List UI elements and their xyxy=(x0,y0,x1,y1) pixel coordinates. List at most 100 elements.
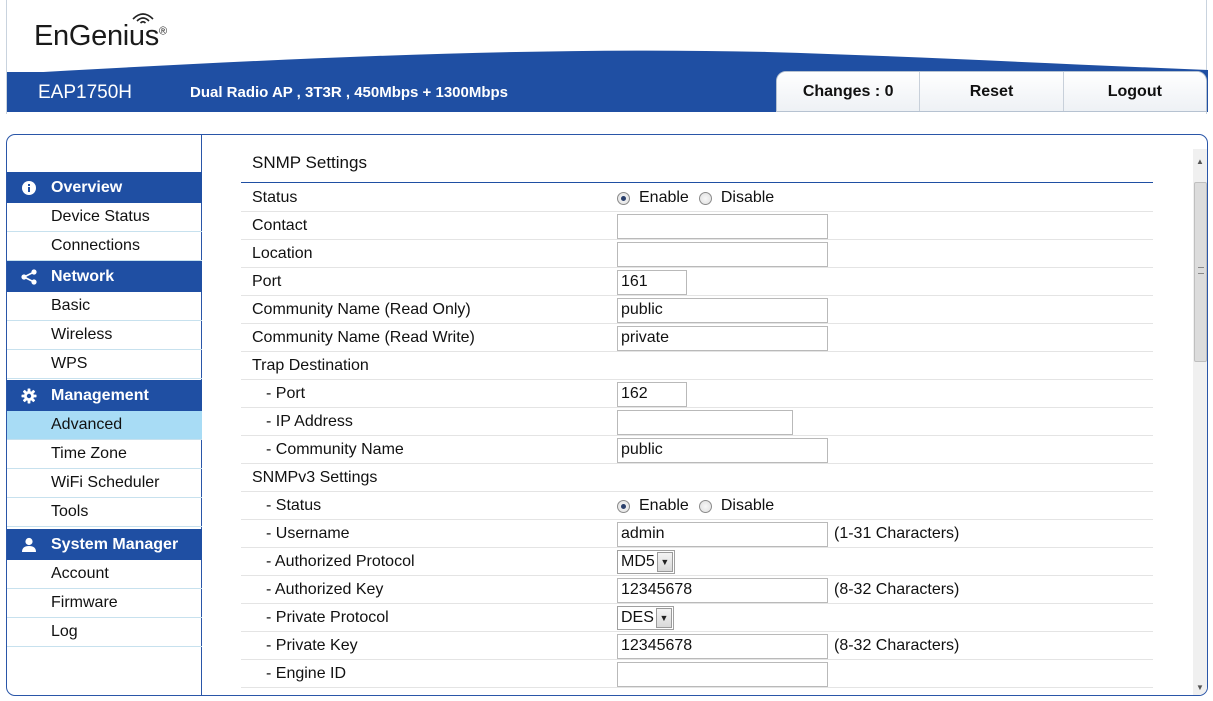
sidebar-item-time-zone[interactable]: Time Zone xyxy=(7,440,202,469)
sidebar-section-network[interactable]: Network xyxy=(7,261,202,292)
trap-community-label: - Community Name xyxy=(266,441,404,458)
sidebar: Overview Device Status Connections Netwo… xyxy=(7,135,202,695)
sidebar-item-basic[interactable]: Basic xyxy=(7,292,202,321)
community-ro-row: Community Name (Read Only) public xyxy=(241,296,1153,324)
status-disable-label: Disable xyxy=(720,189,775,206)
priv-protocol-value: DES xyxy=(621,609,654,626)
status-row: Status Enable Disable xyxy=(241,184,1153,212)
v3-priv-key-row: - Private Key 12345678 (8-32 Characters) xyxy=(241,632,1153,660)
gear-icon xyxy=(7,388,51,404)
trap-ip-row: - IP Address xyxy=(241,408,1153,436)
v3-priv-protocol-row: - Private Protocol DES ▼ xyxy=(241,604,1153,632)
location-row: Location xyxy=(241,240,1153,268)
share-icon xyxy=(7,268,51,285)
header: EnGenius® EAP1750H Dual Radio AP , 3T3R … xyxy=(6,0,1208,114)
model-description: Dual Radio AP , 3T3R , 450Mbps + 1300Mbp… xyxy=(190,84,509,101)
v3-engine-id-input[interactable] xyxy=(617,661,828,687)
sidebar-section-management[interactable]: Management xyxy=(7,380,202,411)
wifi-icon xyxy=(132,13,154,24)
trap-ip-label: - IP Address xyxy=(266,413,353,430)
port-input[interactable]: 161 xyxy=(617,269,687,295)
contact-row: Contact xyxy=(241,212,1153,240)
info-icon xyxy=(7,180,51,196)
reset-button[interactable]: Reset xyxy=(919,72,1063,111)
v3-priv-key-label: - Private Key xyxy=(266,637,358,654)
sidebar-item-firmware[interactable]: Firmware xyxy=(7,589,202,618)
v3-status-row: - Status Enable Disable xyxy=(241,492,1153,520)
logout-button[interactable]: Logout xyxy=(1062,72,1206,111)
contact-input[interactable] xyxy=(617,213,828,239)
v3-priv-key-input[interactable]: 12345678 xyxy=(617,633,828,659)
location-input[interactable] xyxy=(617,241,828,267)
status-enable-label: Enable xyxy=(639,189,689,206)
sidebar-item-connections[interactable]: Connections xyxy=(7,232,202,261)
sidebar-item-log[interactable]: Log xyxy=(7,618,202,647)
community-ro-input[interactable]: public xyxy=(617,297,828,323)
snmp-settings-panel: SNMP Settings Status Enable Disable Cont… xyxy=(203,135,1193,695)
sidebar-item-wifi-scheduler[interactable]: WiFi Scheduler xyxy=(7,469,202,498)
main-frame: Overview Device Status Connections Netwo… xyxy=(6,134,1208,696)
sidebar-item-wireless[interactable]: Wireless xyxy=(7,321,202,350)
community-rw-label: Community Name (Read Write) xyxy=(252,329,475,346)
v3-status-disable-label: Disable xyxy=(720,497,775,514)
content-scrollbar[interactable]: ▲ ▼ xyxy=(1193,149,1207,695)
v3-priv-protocol-label: - Private Protocol xyxy=(266,609,389,626)
trap-community-input[interactable]: public xyxy=(617,437,828,463)
contact-label: Contact xyxy=(252,217,308,234)
v3-auth-protocol-row: - Authorized Protocol MD5 ▼ xyxy=(241,548,1153,576)
v3-auth-key-hint: (8-32 Characters) xyxy=(834,581,960,598)
v3-engine-id-label: - Engine ID xyxy=(266,665,347,682)
v3-auth-key-input[interactable]: 12345678 xyxy=(617,577,828,603)
user-icon xyxy=(7,537,51,553)
trap-port-label: - Port xyxy=(266,385,306,402)
scroll-up-icon[interactable]: ▲ xyxy=(1193,153,1207,169)
community-rw-row: Community Name (Read Write) private xyxy=(241,324,1153,352)
trap-destination-label: Trap Destination xyxy=(252,357,369,374)
port-label: Port xyxy=(252,273,282,290)
sidebar-section-overview[interactable]: Overview xyxy=(7,172,202,203)
trap-destination-row: Trap Destination xyxy=(241,352,1153,380)
header-buttons: Changes : 0 Reset Logout xyxy=(776,71,1207,112)
sidebar-section-system-manager[interactable]: System Manager xyxy=(7,529,202,560)
v3-username-row: - Username admin (1-31 Characters) xyxy=(241,520,1153,548)
sidebar-section-label: System Manager xyxy=(51,535,179,553)
v3-status-disable-radio[interactable] xyxy=(698,499,712,513)
model-name: EAP1750H xyxy=(38,82,133,103)
chevron-down-icon: ▼ xyxy=(655,608,672,628)
title-divider xyxy=(241,182,1153,183)
snmpv3-row: SNMPv3 Settings xyxy=(241,464,1153,492)
v3-auth-key-row: - Authorized Key 12345678 (8-32 Characte… xyxy=(241,576,1153,604)
snmpv3-label: SNMPv3 Settings xyxy=(252,469,378,486)
scroll-down-icon[interactable]: ▼ xyxy=(1193,679,1207,695)
v3-status-label: - Status xyxy=(266,497,322,514)
v3-status-enable-radio[interactable] xyxy=(617,499,630,513)
v3-username-input[interactable]: admin xyxy=(617,521,828,547)
chevron-down-icon: ▼ xyxy=(656,552,673,572)
sidebar-item-tools[interactable]: Tools xyxy=(7,498,202,527)
v3-username-label: - Username xyxy=(266,525,350,542)
changes-button[interactable]: Changes : 0 xyxy=(777,72,920,111)
community-rw-input[interactable]: private xyxy=(617,325,828,351)
status-disable-radio[interactable] xyxy=(698,191,712,205)
sidebar-item-device-status[interactable]: Device Status xyxy=(7,203,202,232)
sidebar-item-account[interactable]: Account xyxy=(7,560,202,589)
port-row: Port 161 xyxy=(241,268,1153,296)
status-enable-radio[interactable] xyxy=(617,191,630,205)
trap-community-row: - Community Name public xyxy=(241,436,1153,464)
v3-auth-protocol-label: - Authorized Protocol xyxy=(266,553,415,570)
trap-port-input[interactable]: 162 xyxy=(617,381,687,407)
v3-status-enable-label: Enable xyxy=(639,497,689,514)
v3-engine-id-row: - Engine ID xyxy=(241,660,1153,688)
scrollbar-thumb[interactable] xyxy=(1194,182,1207,362)
trap-port-row: - Port 162 xyxy=(241,380,1153,408)
v3-auth-key-label: - Authorized Key xyxy=(266,581,384,598)
auth-protocol-select[interactable]: MD5 ▼ xyxy=(617,550,675,574)
page-title: SNMP Settings xyxy=(252,153,367,172)
community-ro-label: Community Name (Read Only) xyxy=(252,301,471,318)
priv-protocol-select[interactable]: DES ▼ xyxy=(617,606,674,630)
auth-protocol-value: MD5 xyxy=(621,553,655,570)
sidebar-section-label: Management xyxy=(51,386,149,404)
trap-ip-input[interactable] xyxy=(617,409,793,435)
sidebar-item-wps[interactable]: WPS xyxy=(7,350,202,379)
sidebar-item-advanced[interactable]: Advanced xyxy=(7,411,202,440)
